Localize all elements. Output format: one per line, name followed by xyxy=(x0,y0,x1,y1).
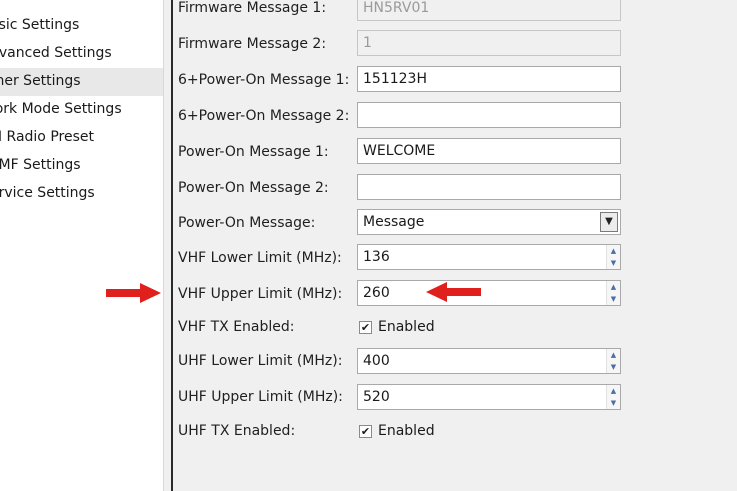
power6-message-2-label: 6+Power-On Message 2: xyxy=(178,108,350,124)
arrow-right-shape xyxy=(106,283,161,303)
sidebar-item-label: dvanced Settings xyxy=(0,45,112,61)
spin-down-icon[interactable]: ▼ xyxy=(607,361,620,373)
poweron-message-2-input[interactable] xyxy=(357,174,621,200)
spin-up-icon[interactable]: ▲ xyxy=(607,385,620,397)
firmware-message-1-field: HN5RV01 xyxy=(357,0,621,21)
uhf-lower-limit-label: UHF Lower Limit (MHz): xyxy=(178,353,343,369)
uhf-upper-limit-stepper[interactable]: 520 ▲ ▼ xyxy=(357,384,621,410)
power6-message-1-label: 6+Power-On Message 1: xyxy=(178,72,350,88)
spin-down-icon[interactable]: ▼ xyxy=(607,397,620,409)
uhf-upper-limit-label: UHF Upper Limit (MHz): xyxy=(178,389,343,405)
poweron-message-1-label: Power-On Message 1: xyxy=(178,144,329,160)
sidebar-item-basic-settings[interactable]: asic Settings xyxy=(0,12,163,40)
firmware-message-1-label: Firmware Message 1: xyxy=(178,0,327,16)
arrow-right-icon xyxy=(106,283,161,303)
sidebar-item-label: ervice Settings xyxy=(0,185,95,201)
spin-down-icon[interactable]: ▼ xyxy=(607,257,620,269)
chevron-down-icon[interactable]: ▼ xyxy=(600,212,618,232)
power6-message-1-input[interactable]: 151123H xyxy=(357,66,621,92)
sidebar-item-label: M Radio Preset xyxy=(0,129,94,145)
poweron-message-mode-label: Power-On Message: xyxy=(178,215,316,231)
spin-up-icon[interactable]: ▲ xyxy=(607,349,620,361)
spin-buttons: ▲ ▼ xyxy=(606,385,620,409)
arrow-left-icon xyxy=(426,282,481,302)
uhf-lower-limit-stepper[interactable]: 400 ▲ ▼ xyxy=(357,348,621,374)
sidebar-item-other-settings[interactable]: ther Settings xyxy=(0,68,163,96)
vhf-lower-limit-stepper[interactable]: 136 ▲ ▼ xyxy=(357,244,621,270)
vhf-upper-limit-label: VHF Upper Limit (MHz): xyxy=(178,286,343,302)
arrow-left-shape xyxy=(426,282,481,302)
sidebar-item-label: /ork Mode Settings xyxy=(0,101,122,117)
panel-divider xyxy=(171,0,173,491)
vhf-upper-limit-stepper[interactable]: 260 ▲ ▼ xyxy=(357,280,621,306)
sidebar-item-label: ther Settings xyxy=(0,73,81,89)
spin-buttons: ▲ ▼ xyxy=(606,349,620,373)
spin-up-icon[interactable]: ▲ xyxy=(607,281,620,293)
settings-sidebar: asic Settings dvanced Settings ther Sett… xyxy=(0,0,164,491)
spin-buttons: ▲ ▼ xyxy=(606,281,620,305)
sidebar-item-advanced-settings[interactable]: dvanced Settings xyxy=(0,40,163,68)
sidebar-item-work-mode-settings[interactable]: /ork Mode Settings xyxy=(0,96,163,124)
firmware-message-2-field: 1 xyxy=(357,30,621,56)
poweron-message-mode-select[interactable]: Message ▼ xyxy=(357,209,621,235)
sidebar-item-label: asic Settings xyxy=(0,17,80,33)
vhf-tx-enabled-checkbox-label[interactable]: Enabled xyxy=(378,317,435,337)
vhf-lower-limit-label: VHF Lower Limit (MHz): xyxy=(178,250,342,266)
poweron-message-2-label: Power-On Message 2: xyxy=(178,180,329,196)
sidebar-item-service-settings[interactable]: ervice Settings xyxy=(0,180,163,208)
vhf-tx-enabled-checkbox[interactable]: ✔ xyxy=(359,321,372,334)
power6-message-2-input[interactable] xyxy=(357,102,621,128)
vhf-upper-limit-value: 260 xyxy=(363,285,390,301)
uhf-tx-enabled-checkbox-label[interactable]: Enabled xyxy=(378,421,435,441)
poweron-message-mode-value: Message xyxy=(363,214,425,230)
vhf-tx-enabled-label: VHF TX Enabled: xyxy=(178,319,295,335)
spin-up-icon[interactable]: ▲ xyxy=(607,245,620,257)
sidebar-item-dtmf-settings[interactable]: TMF Settings xyxy=(0,152,163,180)
spin-buttons: ▲ ▼ xyxy=(606,245,620,269)
spin-down-icon[interactable]: ▼ xyxy=(607,293,620,305)
uhf-tx-enabled-checkbox[interactable]: ✔ xyxy=(359,425,372,438)
uhf-tx-enabled-label: UHF TX Enabled: xyxy=(178,423,296,439)
vhf-lower-limit-value: 136 xyxy=(363,249,390,265)
poweron-message-1-input[interactable]: WELCOME xyxy=(357,138,621,164)
sidebar-item-label: TMF Settings xyxy=(0,157,81,173)
uhf-lower-limit-value: 400 xyxy=(363,353,390,369)
sidebar-item-fm-radio-preset[interactable]: M Radio Preset xyxy=(0,124,163,152)
firmware-message-2-label: Firmware Message 2: xyxy=(178,36,327,52)
uhf-upper-limit-value: 520 xyxy=(363,389,390,405)
